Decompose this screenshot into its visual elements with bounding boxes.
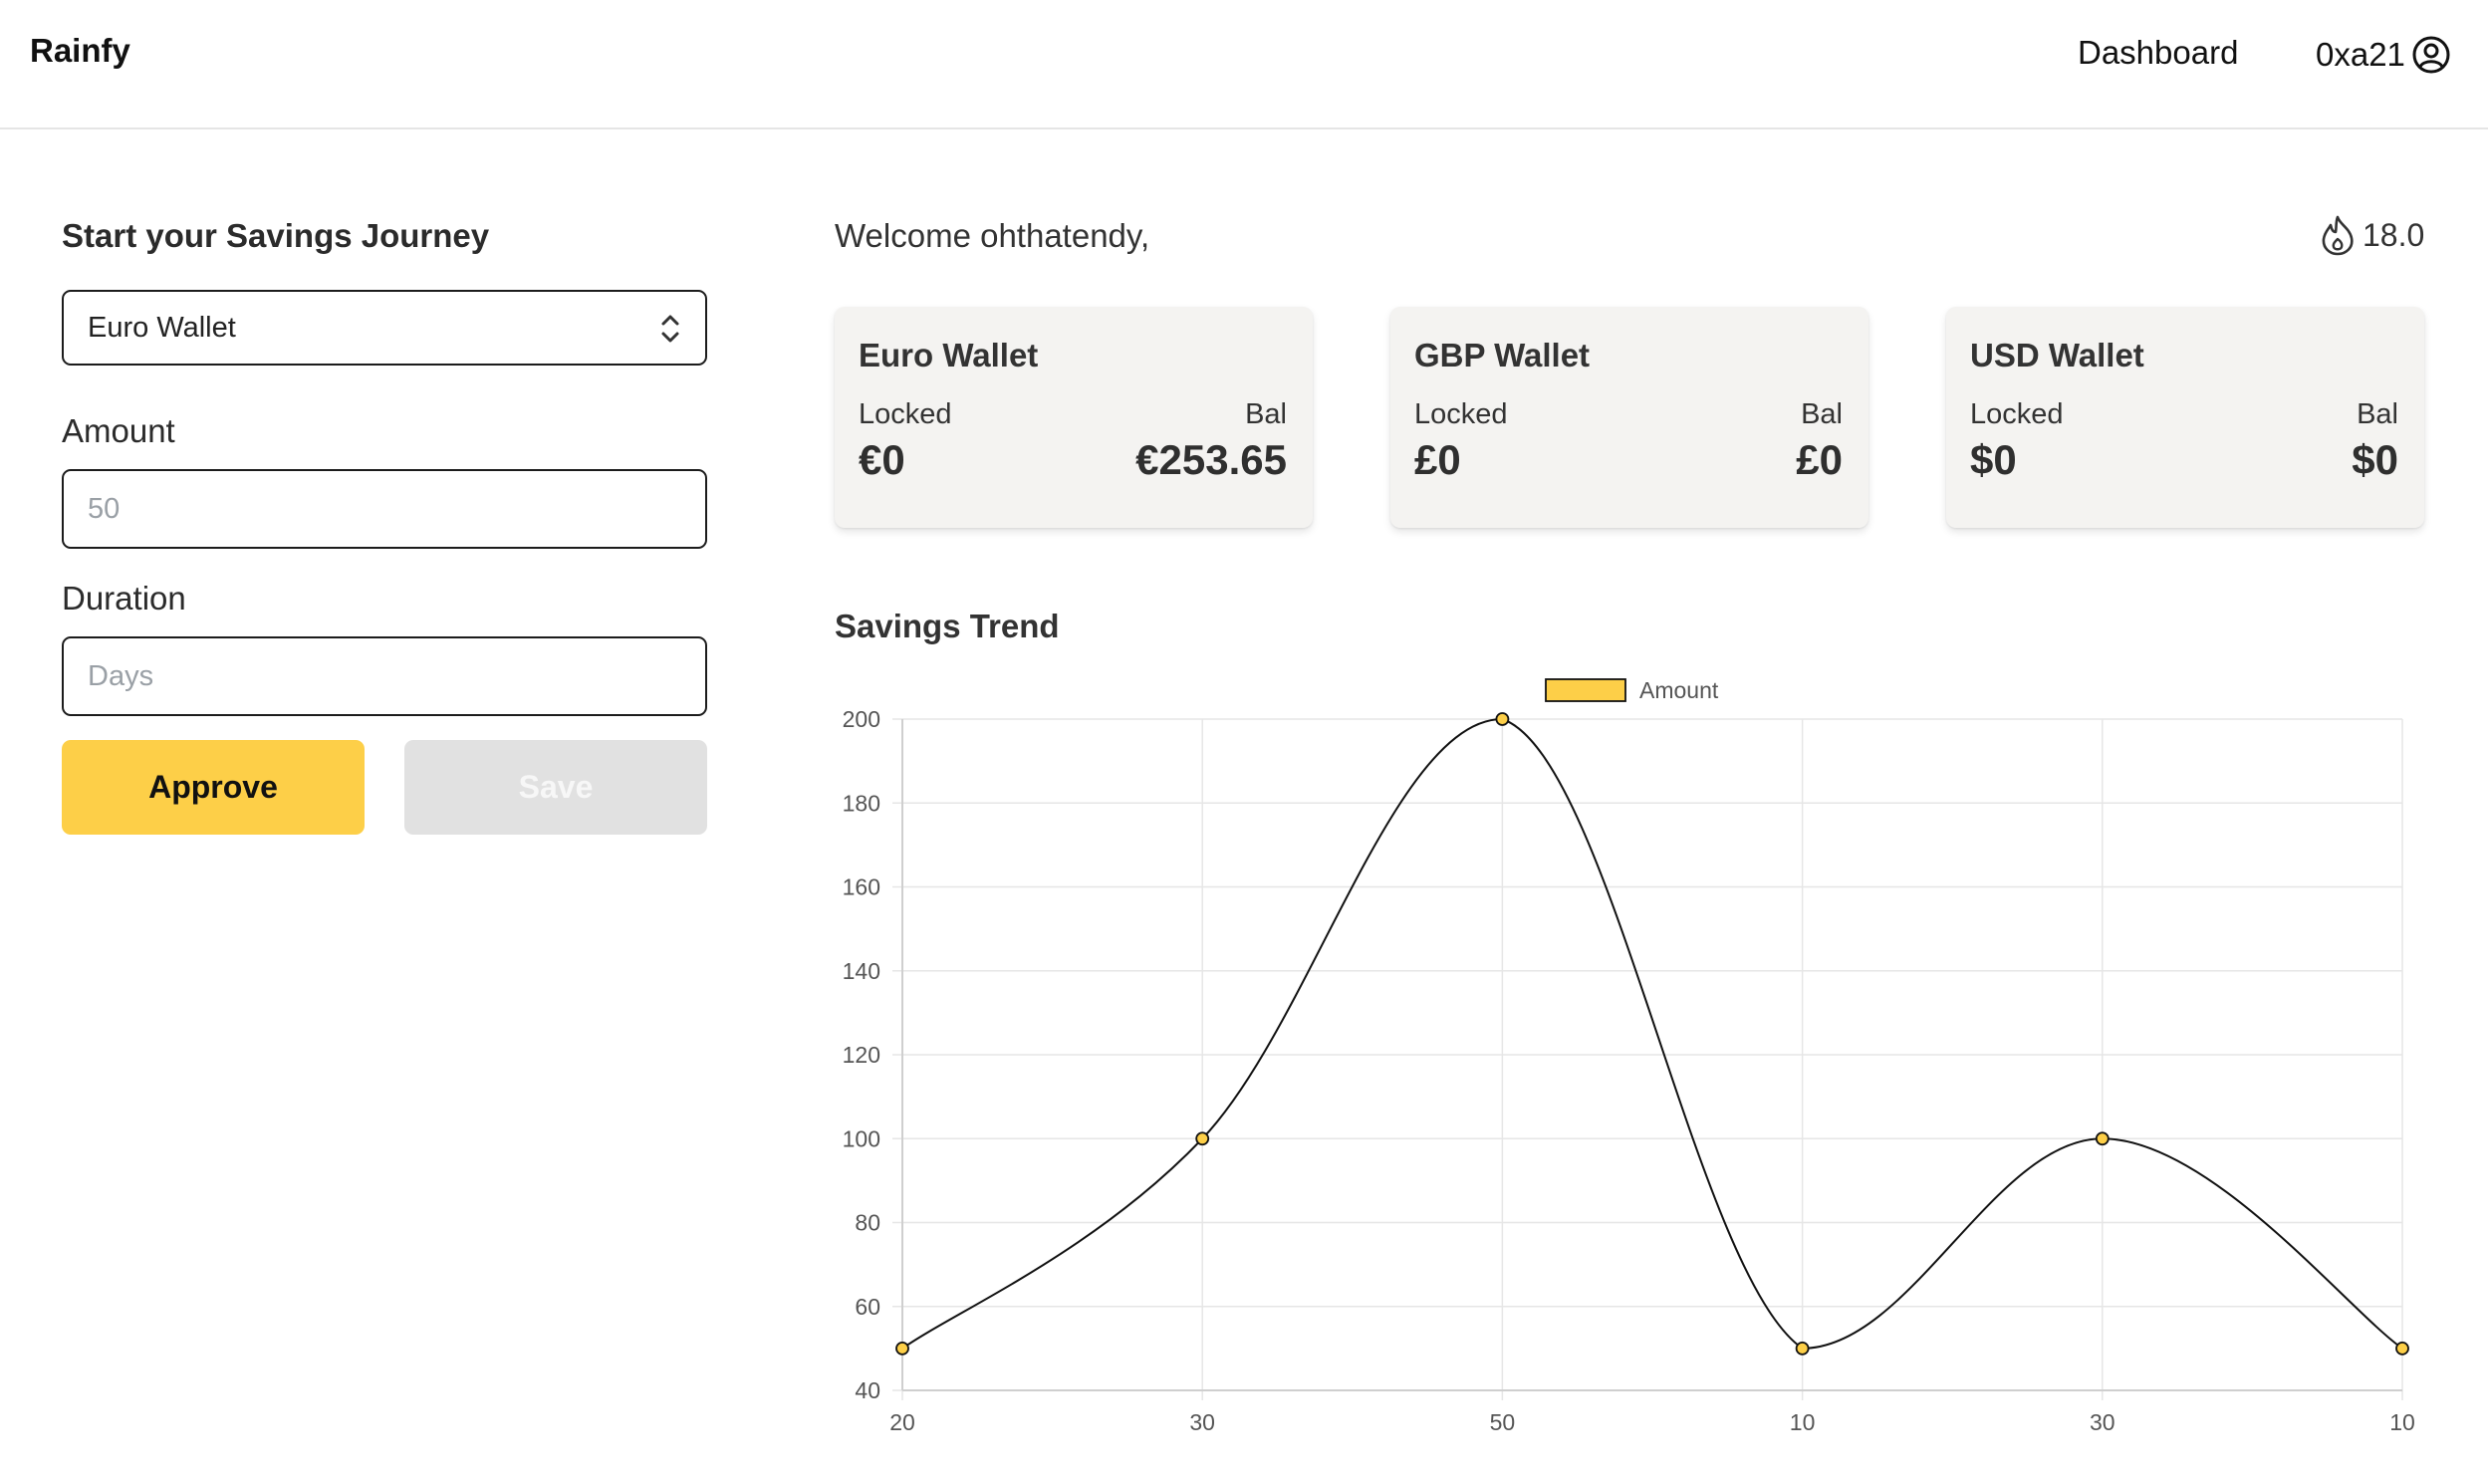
x-tick-label: 20 [889, 1409, 915, 1435]
y-tick-label: 120 [843, 1042, 880, 1068]
streak-value: 18.0 [2363, 216, 2425, 253]
amount-label: Amount [62, 412, 175, 449]
y-tick-label: 80 [855, 1210, 880, 1236]
balance-amount: €253.65 [1135, 436, 1287, 483]
user-circle-icon [2412, 36, 2450, 74]
balance-amount: $0 [2352, 436, 2398, 483]
locked-label: Locked [1970, 398, 2064, 430]
savings-trend-chart: 40 60 80 100 120 140 160 180 200 20 30 50 10 30 10 Amou… [843, 677, 2415, 1435]
x-tick-label: 50 [1490, 1409, 1516, 1435]
balance-label: Bal [1801, 398, 1843, 430]
wallet-card-usd: USD Wallet Locked Bal $0 $0 [1946, 307, 2424, 528]
savings-trend-title: Savings Trend [835, 608, 1060, 644]
duration-label: Duration [62, 580, 186, 617]
y-tick-label: 180 [843, 790, 880, 816]
y-tick-label: 140 [843, 958, 880, 984]
form-title: Start your Savings Journey [62, 217, 490, 254]
y-tick-label: 160 [843, 874, 880, 900]
wallet-name: Euro Wallet [859, 337, 1039, 373]
x-tick-label: 30 [1189, 1409, 1215, 1435]
wallet-select[interactable]: Euro Wallet [62, 290, 707, 366]
nav-dashboard-link[interactable]: Dashboard [2078, 34, 2238, 72]
flame-icon [2322, 215, 2354, 256]
balance-amount: £0 [1796, 436, 1843, 483]
account-name: 0xa21 [2316, 36, 2405, 73]
balance-label: Bal [2357, 398, 2398, 430]
welcome-message: Welcome ohthatendy, [835, 217, 1150, 254]
y-tick-label: 40 [855, 1377, 880, 1403]
duration-input[interactable] [62, 636, 707, 716]
y-tick-label: 200 [843, 706, 880, 732]
brand-logo[interactable]: Rainfy [30, 32, 130, 70]
wallet-card-euro: Euro Wallet Locked Bal €0 €253.65 [835, 307, 1313, 528]
chevron-updown-icon [661, 315, 679, 343]
save-button[interactable]: Save [404, 740, 707, 835]
wallet-name: USD Wallet [1970, 337, 2144, 373]
data-point [2095, 1131, 2110, 1146]
data-point [1195, 1131, 1210, 1146]
data-point [1795, 1341, 1810, 1356]
series-line-amount [901, 717, 2403, 1350]
locked-amount: £0 [1414, 436, 1461, 483]
y-tick-label: 100 [843, 1125, 880, 1151]
top-navbar: Rainfy Dashboard 0xa21 [0, 0, 2488, 129]
x-tick-label: 30 [2090, 1409, 2115, 1435]
x-tick-label: 10 [2389, 1409, 2415, 1435]
legend-swatch-amount [1545, 678, 1626, 702]
wallet-select-value: Euro Wallet [88, 311, 236, 344]
locked-amount: €0 [859, 436, 905, 483]
data-point [895, 1341, 909, 1356]
locked-label: Locked [859, 398, 952, 430]
amount-input[interactable] [62, 469, 707, 549]
wallet-name: GBP Wallet [1414, 337, 1591, 373]
wallet-card-gbp: GBP Wallet Locked Bal £0 £0 [1390, 307, 1868, 528]
data-point [1495, 712, 1510, 726]
x-tick-label: 10 [1790, 1409, 1816, 1435]
account-menu[interactable]: 0xa21 [2316, 30, 2451, 80]
approve-button[interactable]: Approve [62, 740, 365, 835]
locked-amount: $0 [1970, 436, 2017, 483]
data-point [2395, 1341, 2409, 1356]
y-tick-label: 60 [855, 1294, 880, 1320]
balance-label: Bal [1245, 398, 1287, 430]
streak-indicator: 18.0 [2319, 213, 2424, 257]
legend-label-amount: Amount [1639, 677, 1719, 703]
locked-label: Locked [1414, 398, 1508, 430]
